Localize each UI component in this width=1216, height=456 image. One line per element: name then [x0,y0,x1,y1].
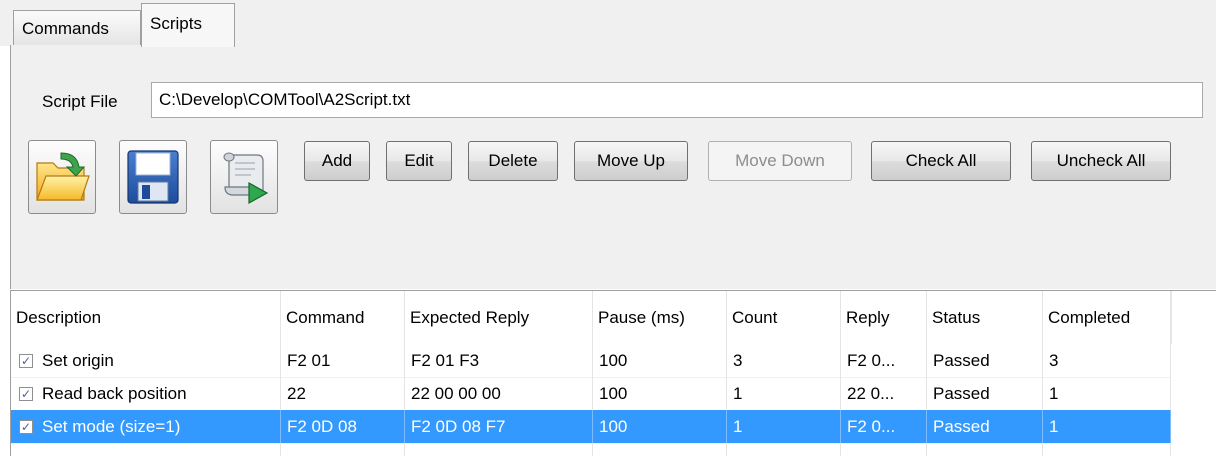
command-cell: F2 0D 08 [281,410,405,443]
floppy-save-icon [127,150,179,204]
status-cell: Passed [927,377,1043,410]
expected-reply-cell: F2 0D 08 F7 [405,410,593,443]
column-header-reply[interactable]: Reply [841,291,927,344]
check-all-button[interactable]: Check All [871,141,1011,181]
description-cell: ✓ Set mode (size=1) [11,410,281,443]
status-cell: Passed [927,410,1043,443]
empty-cell [281,443,405,456]
empty-cell [11,443,281,456]
open-script-button[interactable] [28,140,96,214]
table-row[interactable]: ✓ Read back position 22 22 00 00 00 100 … [11,377,1171,411]
tab-scripts-label: Scripts [150,14,202,33]
tab-commands-label: Commands [22,18,109,38]
script-file-input[interactable] [151,82,1203,118]
tab-strip: Commands Scripts [0,0,1216,47]
pause-cell: 100 [593,377,727,410]
delete-button[interactable]: Delete [468,141,558,181]
script-file-label: Script File [42,92,118,111]
move-down-button: Move Down [708,141,852,181]
column-header-pause[interactable]: Pause (ms) [593,291,727,344]
column-header-status[interactable]: Status [927,291,1043,344]
column-header-count[interactable]: Count [727,291,841,344]
save-script-button[interactable] [119,140,187,214]
empty-cell [927,443,1043,456]
empty-cell [841,443,927,456]
reply-cell: F2 0... [841,344,927,377]
empty-cell [593,443,727,456]
column-header-expected-reply[interactable]: Expected Reply [405,291,593,344]
uncheck-all-button[interactable]: Uncheck All [1031,141,1171,181]
row-checkbox[interactable]: ✓ [19,353,33,368]
run-script-button[interactable] [210,140,278,214]
completed-cell: 3 [1043,344,1171,377]
completed-cell: 1 [1043,377,1171,410]
edit-button[interactable]: Edit [386,141,452,181]
table-row-selected[interactable]: ✓ Set mode (size=1) F2 0D 08 F2 0D 08 F7… [11,410,1171,444]
tab-commands[interactable]: Commands [13,10,141,46]
count-cell: 1 [727,377,841,410]
grid-header-row: Description Command Expected Reply Pause… [11,291,1171,344]
empty-cell [405,443,593,456]
column-header-command[interactable]: Command [281,291,405,344]
table-row[interactable]: ✓ Set origin F2 01 F2 01 F3 100 3 F2 0..… [11,344,1171,378]
move-up-button[interactable]: Move Up [574,141,688,181]
description-cell: ✓ Read back position [11,377,281,410]
script-run-icon [223,152,269,205]
empty-cell [1043,443,1171,456]
description-text: Set origin [42,350,114,370]
command-cell: 22 [281,377,405,410]
pause-cell: 100 [593,344,727,377]
count-cell: 3 [727,344,841,377]
description-cell: ✓ Set origin [11,344,281,377]
tab-scripts[interactable]: Scripts [141,3,235,47]
column-header-description[interactable]: Description [11,291,281,344]
pause-cell: 100 [593,410,727,443]
reply-cell: 22 0... [841,377,927,410]
empty-cell [727,443,841,456]
description-text: Set mode (size=1) [42,416,181,436]
grid-header-filler [1171,291,1216,344]
expected-reply-cell: F2 01 F3 [405,344,593,377]
count-cell: 1 [727,410,841,443]
column-header-completed[interactable]: Completed [1043,291,1171,344]
command-cell: F2 01 [281,344,405,377]
status-cell: Passed [927,344,1043,377]
reply-cell: F2 0... [841,410,927,443]
add-button[interactable]: Add [304,141,370,181]
expected-reply-cell: 22 00 00 00 [405,377,593,410]
grid-new-row [11,443,1171,456]
completed-cell: 1 [1043,410,1171,443]
description-text: Read back position [42,383,187,403]
row-checkbox[interactable]: ✓ [19,419,33,434]
folder-open-icon [36,152,90,201]
row-checkbox[interactable]: ✓ [19,386,33,401]
